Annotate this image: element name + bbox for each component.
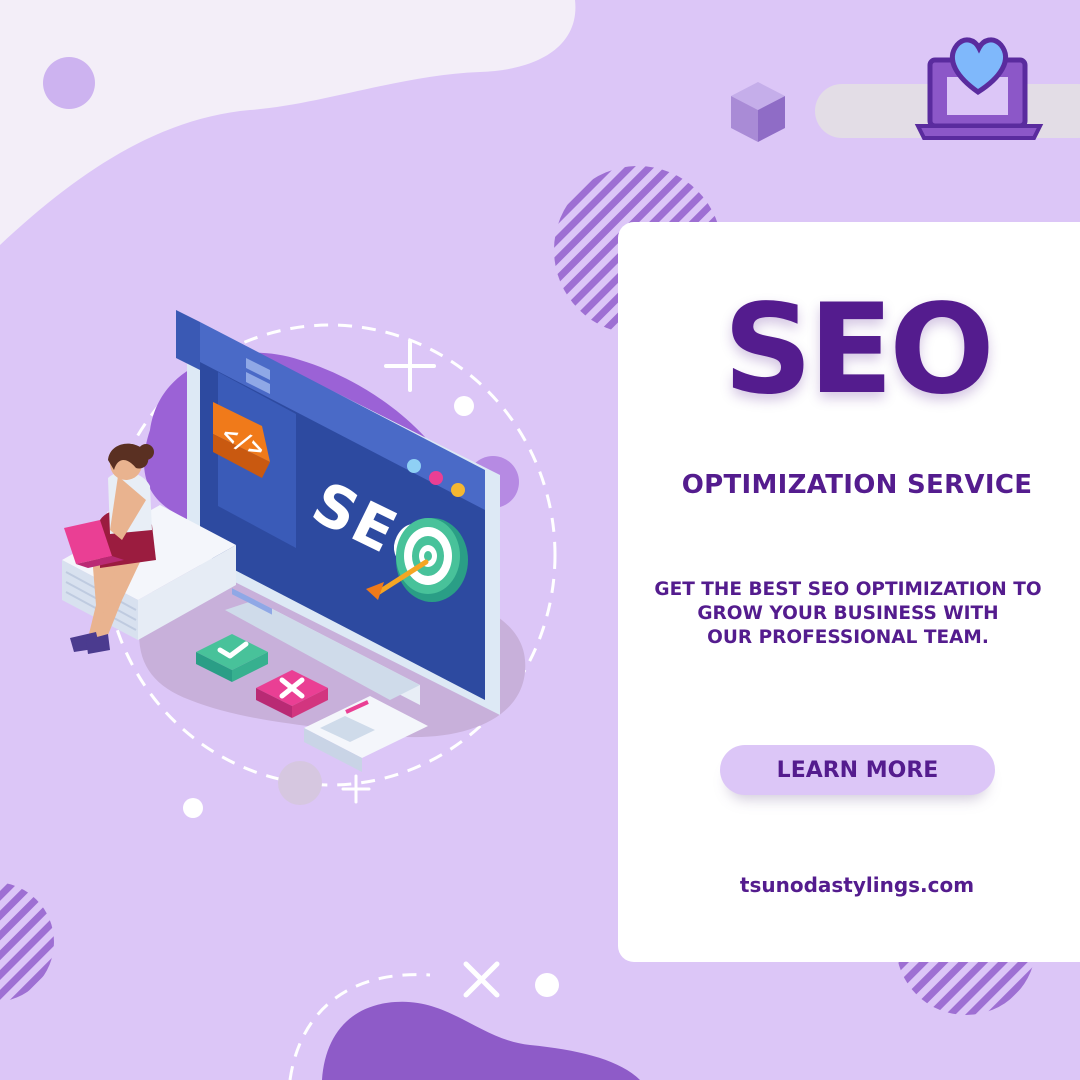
headline: SEO [723,278,994,422]
bottom-blob [322,1001,640,1080]
description-line: OUR PROFESSIONAL TEAM. [707,627,989,648]
cube-icon [731,82,785,142]
description-line: GET THE BEST SEO OPTIMIZATION TO [654,579,1042,600]
laptop-heart-icon [914,37,1044,140]
description: GET THE BEST SEO OPTIMIZATION TO GROW YO… [640,578,1056,650]
decor-dot [183,798,203,818]
target-icon [396,518,468,602]
decor-circle [278,761,322,805]
seo-illustration: </> SEO [62,310,557,818]
learn-more-button[interactable]: LEARN MORE [720,745,995,795]
seo-promo-canvas: </> SEO SEO OPTIMIZATION SERVICE GET THE… [0,0,1080,1080]
striped-circle-left [0,882,54,1002]
decor-dot [454,396,474,416]
close-icon [463,961,500,998]
sparkle-icon [384,340,436,392]
sparkle-icon [341,774,371,804]
top-left-blob [0,0,576,245]
decor-circle [43,57,95,109]
subheadline: OPTIMIZATION SERVICE [681,470,1033,500]
website-link[interactable]: tsunodastylings.com [618,873,1080,897]
description-line: GROW YOUR BUSINESS WITH [697,603,999,624]
decor-dot [535,973,559,997]
